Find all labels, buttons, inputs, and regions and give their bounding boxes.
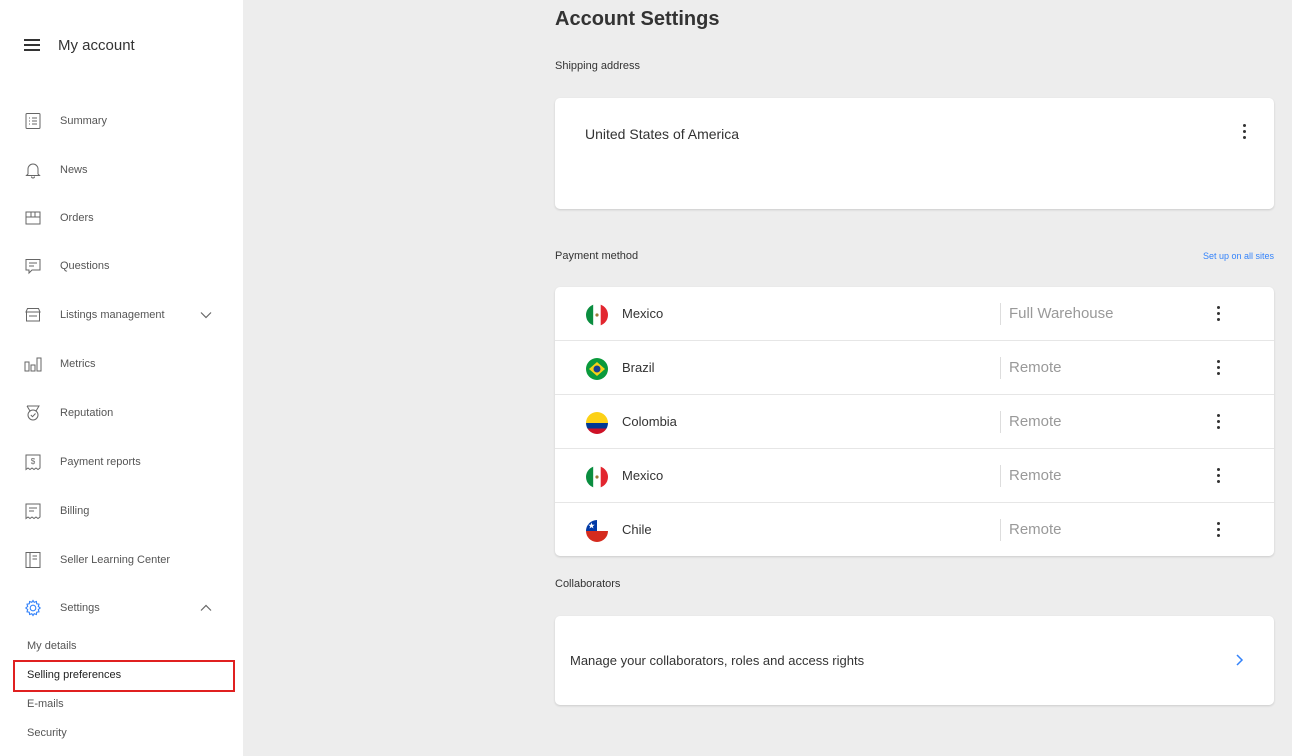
sidebar-item-reputation[interactable]: Reputation: [24, 398, 224, 428]
shipping-more-options-icon[interactable]: [1242, 124, 1246, 139]
store-icon: [24, 306, 42, 324]
mexico-flag-icon: [586, 304, 608, 326]
sidebar-item-label: Seller Learning Center: [60, 554, 171, 566]
collaborators-description: Manage your collaborators, roles and acc…: [570, 653, 865, 668]
selection-highlight-box: [13, 660, 235, 692]
payment-type: Full Warehouse: [1009, 305, 1114, 322]
sidebar-item-label: Payment reports: [60, 456, 141, 468]
sidebar-item-settings[interactable]: Settings: [24, 593, 224, 623]
payment-type: Remote: [1009, 467, 1062, 484]
box-icon: [24, 209, 42, 227]
row-more-options-icon[interactable]: [1216, 522, 1220, 537]
payment-type: Remote: [1009, 413, 1062, 430]
sidebar-item-seller-learning-center[interactable]: Seller Learning Center: [24, 545, 224, 575]
shipping-address-card: United States of America: [555, 98, 1274, 209]
collaborators-card[interactable]: Manage your collaborators, roles and acc…: [555, 616, 1274, 705]
payment-type: Remote: [1009, 521, 1062, 538]
gear-icon: [24, 599, 42, 617]
sidebar-item-label: Listings management: [60, 309, 165, 321]
sidebar-item-label: Billing: [60, 505, 90, 517]
sidebar-item-label: Reputation: [60, 407, 114, 419]
divider: [1000, 357, 1001, 379]
shipping-address-value: United States of America: [585, 126, 740, 142]
chat-icon: [24, 257, 42, 275]
settings-sub-my-details[interactable]: My details: [27, 636, 77, 656]
sidebar-item-label: Summary: [60, 115, 108, 127]
sidebar-item-payment-reports[interactable]: $ Payment reports: [24, 447, 224, 477]
chile-flag-icon: [586, 520, 608, 542]
sidebar-header: My account: [24, 30, 135, 60]
payment-country: Mexico: [622, 306, 664, 321]
medal-icon: [24, 404, 42, 422]
settings-sub-e-mails[interactable]: E-mails: [27, 694, 64, 714]
sidebar-item-summary[interactable]: Summary: [24, 106, 224, 136]
bell-icon: [24, 161, 42, 179]
divider: [1000, 411, 1001, 433]
sidebar-title: My account: [58, 36, 135, 54]
colombia-flag-icon: [586, 412, 608, 434]
dollar-doc-icon: $: [24, 453, 42, 471]
payment-country: Brazil: [622, 360, 655, 375]
payment-method-card: Mexico Full Warehouse Brazil Remote Colo…: [555, 287, 1274, 556]
payment-method-label: Payment method: [555, 250, 639, 262]
payment-country: Colombia: [622, 414, 677, 429]
payment-method-row[interactable]: Brazil Remote: [555, 341, 1274, 395]
sidebar-item-news[interactable]: News: [24, 155, 224, 185]
sidebar-item-questions[interactable]: Questions: [24, 251, 224, 281]
chevron-right-icon[interactable]: [1234, 653, 1244, 667]
payment-country: Chile: [622, 522, 652, 537]
payment-method-row[interactable]: Chile Remote: [555, 503, 1274, 557]
divider: [1000, 303, 1001, 325]
brazil-flag-icon: [586, 358, 608, 380]
row-more-options-icon[interactable]: [1216, 414, 1220, 429]
row-more-options-icon[interactable]: [1216, 468, 1220, 483]
receipt-icon: [24, 502, 42, 520]
payment-method-row[interactable]: Mexico Remote: [555, 449, 1274, 503]
payment-method-row[interactable]: Mexico Full Warehouse: [555, 287, 1274, 341]
sidebar: My account Summary News Orders Questions…: [0, 0, 243, 756]
sidebar-item-metrics[interactable]: Metrics: [24, 349, 224, 379]
summary-icon: [24, 112, 42, 130]
metrics-icon: [24, 355, 42, 373]
chevron-up-icon[interactable]: [200, 602, 212, 614]
mexico-flag-icon: [586, 466, 608, 488]
sidebar-item-label: Orders: [60, 212, 94, 224]
sidebar-item-label: Metrics: [60, 358, 96, 370]
payment-type: Remote: [1009, 359, 1062, 376]
sidebar-item-label: Questions: [60, 260, 110, 272]
chevron-down-icon[interactable]: [200, 309, 212, 321]
settings-sub-security[interactable]: Security: [27, 723, 67, 743]
collaborators-label: Collaborators: [555, 578, 621, 590]
sidebar-item-label: News: [60, 164, 88, 176]
payment-country: Mexico: [622, 468, 664, 483]
svg-text:$: $: [31, 457, 36, 466]
row-more-options-icon[interactable]: [1216, 306, 1220, 321]
sidebar-item-label: Settings: [60, 602, 100, 614]
hamburger-menu-icon[interactable]: [24, 39, 40, 51]
divider: [1000, 519, 1001, 541]
payment-method-row[interactable]: Colombia Remote: [555, 395, 1274, 449]
page-title: Account Settings: [555, 8, 720, 30]
shipping-address-label: Shipping address: [555, 60, 641, 72]
divider: [1000, 465, 1001, 487]
sidebar-item-listings-management[interactable]: Listings management: [24, 300, 224, 330]
sidebar-item-orders[interactable]: Orders: [24, 203, 224, 233]
sidebar-item-billing[interactable]: Billing: [24, 496, 224, 526]
row-more-options-icon[interactable]: [1216, 360, 1220, 375]
set-up-on-all-sites-link[interactable]: Set up on all sites: [1203, 251, 1274, 261]
book-icon: [24, 551, 42, 569]
